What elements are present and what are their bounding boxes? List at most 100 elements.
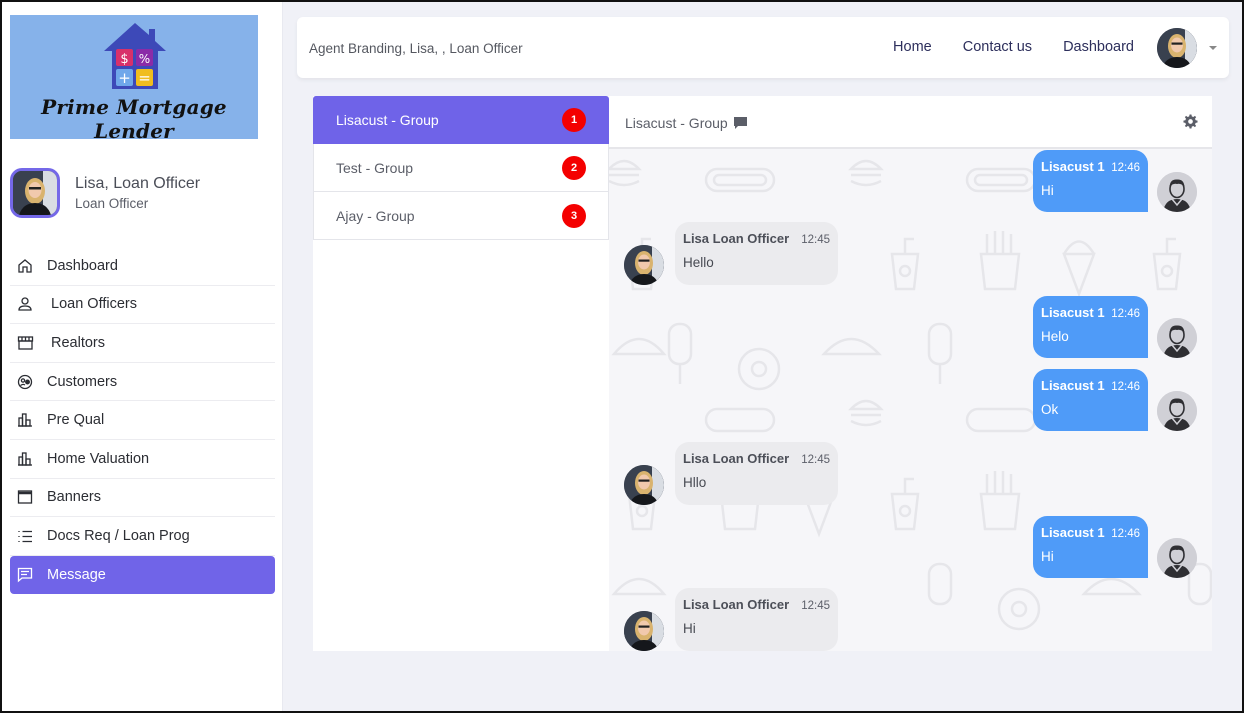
message-bubble: Lisacust 1 12:46 Hi: [1033, 150, 1148, 212]
chat-header: Lisacust - Group: [609, 96, 1212, 149]
lisa-avatar: [624, 611, 664, 651]
logo-tile-percent: %: [139, 52, 150, 66]
soda-cup-icon: [1152, 237, 1182, 291]
sidebar-item-label: Pre Qual: [47, 412, 105, 429]
unread-badge: 2: [562, 155, 586, 180]
sidebar-item-label: Dashboard: [47, 257, 118, 274]
message-text: Hi: [683, 621, 696, 636]
sidebar-item-banners[interactable]: Banners: [10, 479, 275, 518]
popsicle-icon: [927, 322, 953, 384]
message-bubble: Lisa Loan Officer 12:45 Hello: [675, 222, 838, 285]
sidebar-item-label: Loan Officers: [51, 296, 137, 313]
sidebar-item-home-valuation[interactable]: Home Valuation: [10, 440, 275, 479]
ice-cream-icon: [1062, 240, 1096, 298]
soda-cup-icon: [890, 237, 920, 291]
lisa-avatar: [624, 465, 664, 505]
sidebar-item-dashboard[interactable]: Dashboard: [10, 247, 275, 286]
message-time: 12:45: [801, 600, 830, 612]
message-bubble: Lisa Loan Officer 12:45 Hllo: [675, 442, 838, 505]
home-icon: [16, 257, 34, 275]
logo-tile-plus: +: [118, 69, 131, 87]
hotdog-icon: [704, 407, 1037, 433]
group-name: Test - Group: [336, 159, 414, 176]
message-time: 12:45: [801, 234, 830, 246]
group-list: Lisacust - Group 1 Test - Group 2 Ajay -…: [313, 96, 609, 651]
user-menu-avatar[interactable]: [1157, 28, 1197, 68]
sidebar-item-pre-qual[interactable]: Pre Qual: [10, 401, 275, 440]
group-name: Ajay - Group: [336, 207, 415, 224]
profile-avatar: [10, 168, 60, 218]
nav-link-contact-us[interactable]: Contact us: [963, 39, 1032, 55]
sidebar-item-loan-officers[interactable]: Loan Officers: [10, 286, 275, 325]
message-sender: Lisacust 1: [1041, 159, 1105, 174]
sidebar-item-docs-req[interactable]: Docs Req / Loan Prog: [10, 517, 275, 556]
house-calculator-icon: $ % + =: [104, 23, 166, 89]
message-bubble: Lisa Loan Officer 12:45 Hi: [675, 588, 838, 651]
message-sender: Lisacust 1: [1041, 305, 1105, 320]
page-title: Agent Branding, Lisa, , Loan Officer: [309, 41, 523, 56]
sidebar-item-label: Realtors: [51, 334, 105, 351]
group-item-test[interactable]: Test - Group 2: [313, 144, 609, 192]
soda-cup-icon: [890, 477, 920, 531]
profile-role: Loan Officer: [75, 196, 149, 211]
user-profile: Lisa, Loan Officer Loan Officer: [10, 168, 200, 218]
burger-icon: [609, 159, 642, 187]
nav-link-home[interactable]: Home: [893, 39, 932, 55]
brand-logo[interactable]: $ % + = Prime Mortgage Lender: [10, 15, 258, 143]
logo-tile-equals: =: [138, 69, 151, 87]
chat-bubble-icon: [733, 117, 747, 129]
lisa-avatar: [624, 245, 664, 285]
sidebar-item-label: Message: [47, 567, 106, 584]
user-avatar-icon: [1157, 172, 1197, 212]
hotdog-icon: [965, 167, 1037, 193]
message-sender: Lisacust 1: [1041, 378, 1105, 393]
unread-badge: 3: [562, 203, 586, 228]
message-sender: Lisacust 1: [1041, 525, 1105, 540]
message-text: Helo: [1041, 329, 1069, 344]
store-icon: [16, 334, 34, 352]
message-text: Hi: [1041, 183, 1054, 198]
user-avatar-icon: [1157, 391, 1197, 431]
message-bubble: Lisacust 1 12:46 Helo: [1033, 296, 1148, 358]
group-item-lisacust[interactable]: Lisacust - Group 1: [313, 96, 609, 144]
burger-icon: [848, 159, 884, 187]
fries-icon: [979, 231, 1021, 291]
sidebar-item-customers[interactable]: Customers: [10, 363, 275, 402]
message-time: 12:46: [1111, 381, 1140, 393]
dropdown-caret-icon[interactable]: [1209, 46, 1217, 50]
list-icon: [16, 527, 34, 545]
message-bubble: Lisacust 1 12:46 Ok: [1033, 369, 1148, 431]
message-text: Hi: [1041, 549, 1054, 564]
sidebar: $ % + = Prime Mortgage Lender Lisa, Loan…: [2, 2, 283, 711]
message-icon: [16, 566, 34, 584]
sidebar-item-realtors[interactable]: Realtors: [10, 324, 275, 363]
user-icon: [16, 295, 34, 313]
taco-icon: [611, 337, 667, 356]
customers-icon: [16, 373, 34, 391]
window-icon: [16, 488, 34, 506]
logo-tile-dollar: $: [120, 52, 128, 67]
fries-icon: [979, 471, 1021, 531]
message-time: 12:45: [801, 454, 830, 466]
group-name: Lisacust - Group: [336, 111, 439, 128]
unread-badge: 1: [562, 107, 586, 132]
donut-icon: [997, 587, 1041, 631]
message-text: Hllo: [683, 475, 707, 490]
settings-gear-icon[interactable]: [1183, 114, 1198, 129]
group-item-ajay[interactable]: Ajay - Group 3: [313, 192, 609, 240]
chat-title: Lisacust - Group: [625, 115, 728, 131]
message-sender: Lisa Loan Officer: [683, 451, 790, 466]
sidebar-item-label: Customers: [47, 373, 118, 390]
user-avatar-icon: [1157, 318, 1197, 358]
message-text: Hello: [683, 255, 714, 270]
donut-icon: [737, 347, 781, 391]
nav-link-dashboard[interactable]: Dashboard: [1063, 39, 1134, 55]
sidebar-item-message[interactable]: Message: [10, 555, 275, 595]
sidebar-item-label: Banners: [47, 489, 102, 506]
sidebar-item-label: Home Valuation: [47, 450, 150, 467]
top-nav: Home Contact us Dashboard: [893, 39, 1134, 55]
message-bubble: Lisacust 1 12:46 Hi: [1033, 516, 1148, 578]
user-avatar-icon: [1157, 538, 1197, 578]
message-time: 12:46: [1111, 308, 1140, 320]
taco-icon: [821, 337, 882, 356]
